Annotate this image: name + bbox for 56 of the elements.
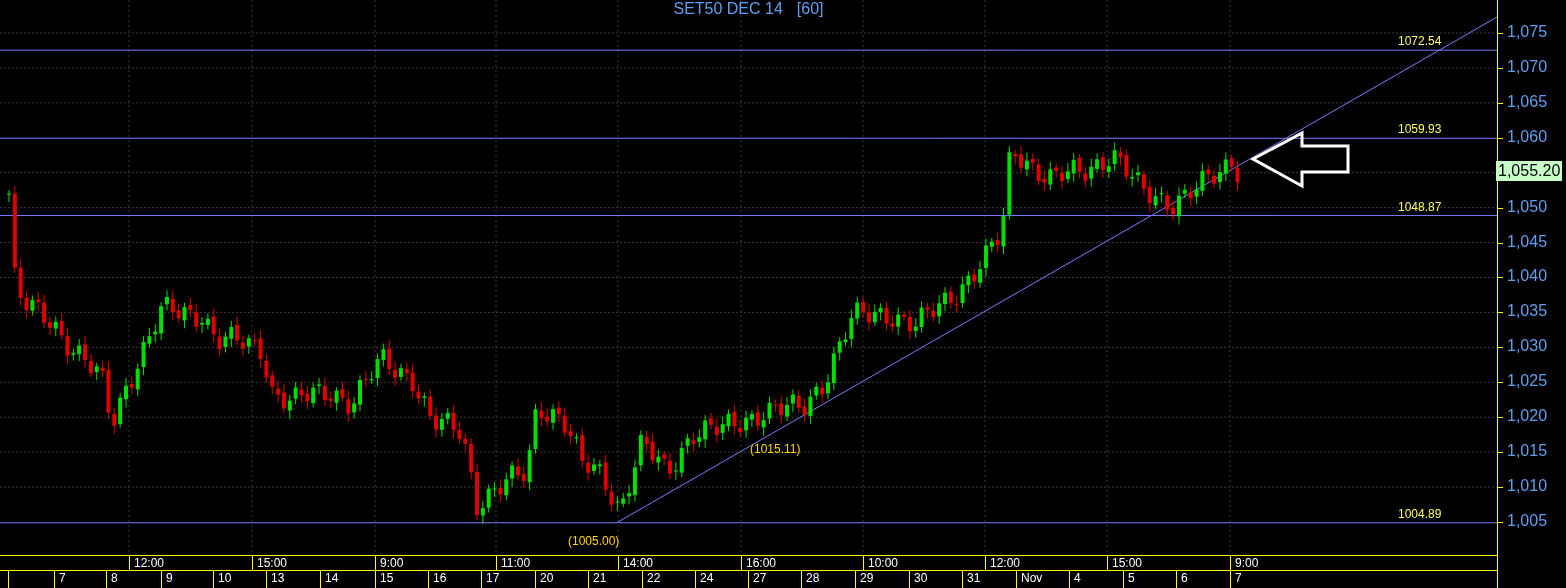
day-label: 27	[753, 571, 767, 587]
chart-title: SET50 DEC 14	[673, 0, 783, 18]
day-label: 8	[111, 571, 118, 587]
day-label: 20	[540, 571, 554, 587]
axis-tick-label: 1,035	[1507, 302, 1548, 321]
level-label: 1072.54	[1398, 34, 1442, 49]
hour-label: 12:00	[134, 556, 165, 570]
day-label: 7	[1235, 571, 1242, 587]
day-label: 6	[1181, 571, 1188, 587]
axis-tick-label: 1,075	[1507, 22, 1548, 41]
hour-label: 15:00	[1112, 556, 1143, 570]
axis-tick-label: 1,030	[1507, 337, 1548, 356]
hour-label: 9:00	[380, 556, 404, 570]
axis-tick-label: 1,040	[1507, 267, 1548, 286]
day-label: 29	[860, 571, 874, 587]
day-label: Nov	[1021, 571, 1043, 587]
day-label: 4	[1074, 571, 1081, 587]
day-label: 21	[593, 571, 607, 587]
day-label: 22	[647, 571, 661, 587]
day-label: 7	[59, 571, 66, 587]
price-annotation: (1005.00)	[568, 534, 620, 548]
axis-tick-label: 1,025	[1507, 372, 1548, 391]
axis-tick-label: 1,010	[1507, 477, 1548, 496]
axis-tick-label: 1,065	[1507, 92, 1548, 111]
axis-tick-label: 1,045	[1507, 232, 1548, 251]
day-label: 5	[1128, 571, 1135, 587]
axis-tick-label: 1,060	[1507, 127, 1548, 146]
day-label: 9	[166, 571, 173, 587]
day-label: 17	[486, 571, 500, 587]
day-label: 16	[433, 571, 447, 587]
day-label: 28	[806, 571, 820, 587]
level-label: 1059.93	[1398, 122, 1442, 137]
axis-tick-label: 1,020	[1507, 407, 1548, 426]
hour-label: 11:00	[501, 556, 531, 570]
level-label: 1004.89	[1398, 506, 1442, 521]
last-price-tag: 1,055.20	[1496, 161, 1563, 182]
day-label: 15	[380, 571, 394, 587]
interval-label: [60]	[796, 0, 824, 18]
day-label: 13	[271, 571, 285, 587]
hour-label: 15:00	[257, 556, 288, 570]
axis-tick-label: 1,070	[1507, 57, 1548, 76]
day-label: 10	[218, 571, 232, 587]
axis-tick-label: 1,050	[1507, 197, 1548, 216]
hour-label: 9:00	[1235, 556, 1259, 570]
axis-tick-label: 1,015	[1507, 442, 1548, 461]
day-label: 24	[700, 571, 714, 587]
hour-label: 16:00	[746, 556, 777, 570]
axis-tick-label: 1,005	[1507, 512, 1548, 530]
hour-label: 14:00	[623, 556, 654, 570]
day-label: 30	[914, 571, 928, 587]
hour-label: 12:00	[990, 556, 1021, 570]
hour-label: 10:00	[868, 556, 899, 570]
price-annotation: (1015.11)	[750, 442, 801, 456]
level-label: 1048.87	[1398, 199, 1442, 214]
day-label: 31	[967, 571, 981, 587]
day-label: 14	[325, 571, 339, 587]
